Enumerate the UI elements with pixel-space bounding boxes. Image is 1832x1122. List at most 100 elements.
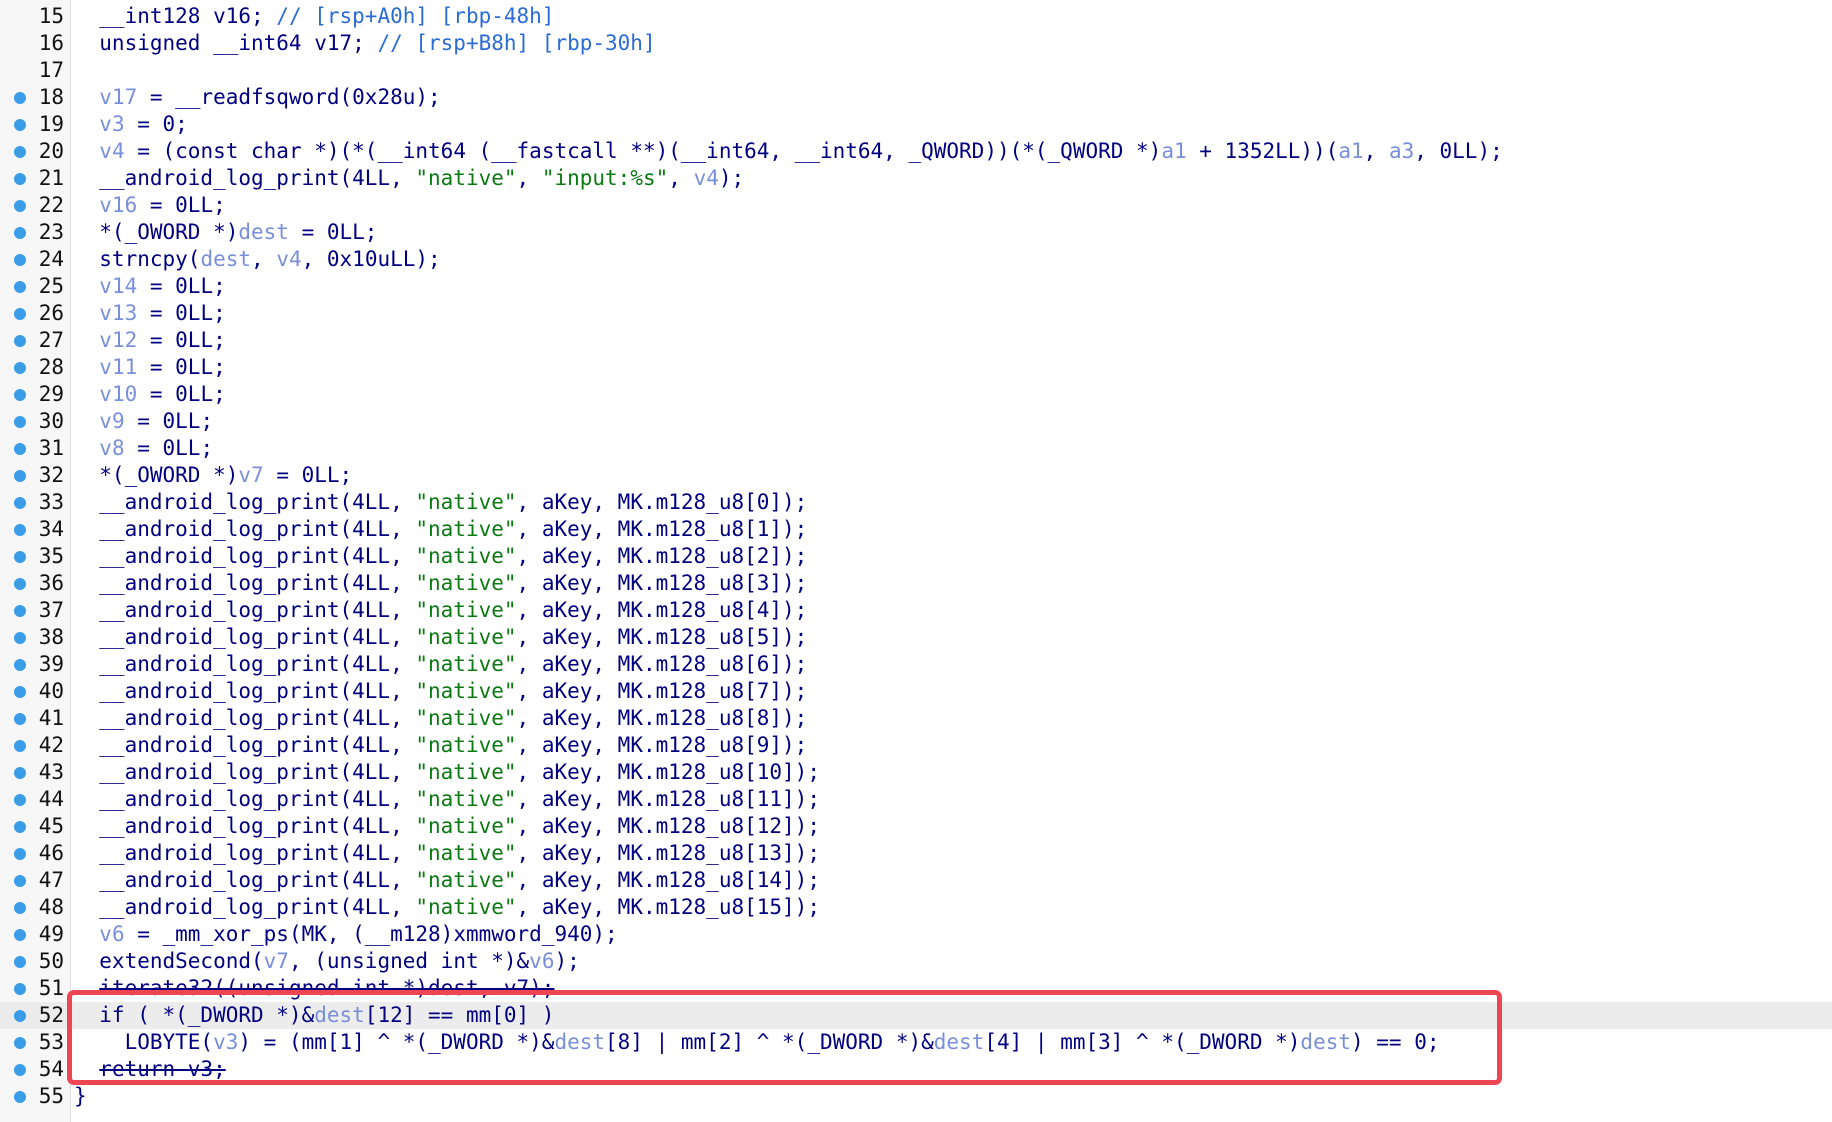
line-gutter-cell[interactable]: 48 — [0, 894, 68, 921]
code-line[interactable]: 15 __int128 v16; // [rsp+A0h] [rbp-48h] — [0, 3, 1832, 30]
code-line[interactable]: 17 — [0, 57, 1832, 84]
breakpoint-dot-icon[interactable] — [14, 956, 26, 968]
code-line[interactable]: 18 v17 = __readfsqword(0x28u); — [0, 84, 1832, 111]
line-gutter-cell[interactable]: 19 — [0, 111, 68, 138]
code-line[interactable]: 49 v6 = _mm_xor_ps(MK, (__m128)xmmword_9… — [0, 921, 1832, 948]
breakpoint-dot-icon[interactable] — [14, 1091, 26, 1103]
line-gutter-cell[interactable]: 15 — [0, 3, 68, 30]
breakpoint-dot-icon[interactable] — [14, 1010, 26, 1022]
code-text[interactable]: __android_log_print(4LL, "native", aKey,… — [74, 894, 820, 921]
line-gutter-cell[interactable]: 21 — [0, 165, 68, 192]
code-line[interactable]: 48 __android_log_print(4LL, "native", aK… — [0, 894, 1832, 921]
code-line[interactable]: 16 unsigned __int64 v17; // [rsp+B8h] [r… — [0, 30, 1832, 57]
code-line[interactable]: 31 v8 = 0LL; — [0, 435, 1832, 462]
code-line[interactable]: 20 v4 = (const char *)(*(__int64 (__fast… — [0, 138, 1832, 165]
breakpoint-dot-icon[interactable] — [14, 821, 26, 833]
line-gutter-cell[interactable]: 54 — [0, 1056, 68, 1083]
line-gutter-cell[interactable]: 35 — [0, 543, 68, 570]
line-gutter-cell[interactable]: 52 — [0, 1002, 68, 1029]
code-line[interactable]: 21 __android_log_print(4LL, "native", "i… — [0, 165, 1832, 192]
breakpoint-dot-icon[interactable] — [14, 875, 26, 887]
code-line[interactable]: 39 __android_log_print(4LL, "native", aK… — [0, 651, 1832, 678]
code-line[interactable]: 29 v10 = 0LL; — [0, 381, 1832, 408]
breakpoint-dot-icon[interactable] — [14, 1037, 26, 1049]
line-gutter-cell[interactable]: 25 — [0, 273, 68, 300]
line-gutter-cell[interactable]: 51 — [0, 975, 68, 1002]
line-gutter-cell[interactable]: 42 — [0, 732, 68, 759]
code-text[interactable]: v14 = 0LL; — [74, 273, 225, 300]
line-gutter-cell[interactable]: 18 — [0, 84, 68, 111]
code-text[interactable]: v16 = 0LL; — [74, 192, 225, 219]
breakpoint-dot-icon[interactable] — [14, 713, 26, 725]
line-gutter-cell[interactable]: 29 — [0, 381, 68, 408]
line-gutter-cell[interactable]: 26 — [0, 300, 68, 327]
breakpoint-dot-icon[interactable] — [14, 362, 26, 374]
code-line[interactable]: 23 *(_OWORD *)dest = 0LL; — [0, 219, 1832, 246]
code-text[interactable]: __android_log_print(4LL, "native", aKey,… — [74, 624, 807, 651]
breakpoint-dot-icon[interactable] — [14, 416, 26, 428]
code-line[interactable]: 22 v16 = 0LL; — [0, 192, 1832, 219]
code-text[interactable]: strncpy(dest, v4, 0x10uLL); — [74, 246, 440, 273]
breakpoint-dot-icon[interactable] — [14, 497, 26, 509]
line-gutter-cell[interactable]: 43 — [0, 759, 68, 786]
code-line[interactable]: 44 __android_log_print(4LL, "native", aK… — [0, 786, 1832, 813]
code-text[interactable]: if ( *(_DWORD *)&dest[12] == mm[0] ) — [74, 1002, 554, 1029]
breakpoint-dot-icon[interactable] — [14, 254, 26, 266]
line-gutter-cell[interactable]: 40 — [0, 678, 68, 705]
line-gutter-cell[interactable]: 32 — [0, 462, 68, 489]
line-gutter-cell[interactable]: 37 — [0, 597, 68, 624]
code-text[interactable]: v17 = __readfsqword(0x28u); — [74, 84, 440, 111]
code-line[interactable]: 42 __android_log_print(4LL, "native", aK… — [0, 732, 1832, 759]
breakpoint-dot-icon[interactable] — [14, 92, 26, 104]
code-text[interactable]: __android_log_print(4LL, "native", aKey,… — [74, 489, 807, 516]
breakpoint-dot-icon[interactable] — [14, 227, 26, 239]
line-gutter-cell[interactable]: 55 — [0, 1083, 68, 1110]
line-gutter-cell[interactable]: 45 — [0, 813, 68, 840]
line-gutter-cell[interactable]: 27 — [0, 327, 68, 354]
code-line[interactable]: 27 v12 = 0LL; — [0, 327, 1832, 354]
code-line[interactable]: 25 v14 = 0LL; — [0, 273, 1832, 300]
code-text[interactable]: v10 = 0LL; — [74, 381, 225, 408]
line-gutter-cell[interactable]: 39 — [0, 651, 68, 678]
line-gutter-cell[interactable]: 49 — [0, 921, 68, 948]
code-line[interactable]: 46 __android_log_print(4LL, "native", aK… — [0, 840, 1832, 867]
line-gutter-cell[interactable]: 24 — [0, 246, 68, 273]
code-line[interactable]: 35 __android_log_print(4LL, "native", aK… — [0, 543, 1832, 570]
code-line[interactable]: 38 __android_log_print(4LL, "native", aK… — [0, 624, 1832, 651]
breakpoint-dot-icon[interactable] — [14, 983, 26, 995]
breakpoint-dot-icon[interactable] — [14, 443, 26, 455]
breakpoint-dot-icon[interactable] — [14, 173, 26, 185]
breakpoint-dot-icon[interactable] — [14, 578, 26, 590]
line-gutter-cell[interactable]: 46 — [0, 840, 68, 867]
code-text[interactable]: *(_OWORD *)dest = 0LL; — [74, 219, 377, 246]
breakpoint-dot-icon[interactable] — [14, 389, 26, 401]
code-text[interactable]: __android_log_print(4LL, "native", "inpu… — [74, 165, 744, 192]
code-text[interactable]: v6 = _mm_xor_ps(MK, (__m128)xmmword_940)… — [74, 921, 617, 948]
breakpoint-dot-icon[interactable] — [14, 902, 26, 914]
code-line[interactable]: 37 __android_log_print(4LL, "native", aK… — [0, 597, 1832, 624]
breakpoint-dot-icon[interactable] — [14, 200, 26, 212]
code-text[interactable]: __android_log_print(4LL, "native", aKey,… — [74, 543, 807, 570]
code-text[interactable]: __android_log_print(4LL, "native", aKey,… — [74, 840, 820, 867]
code-text[interactable]: __android_log_print(4LL, "native", aKey,… — [74, 786, 820, 813]
code-text[interactable]: extendSecond(v7, (unsigned int *)&v6); — [74, 948, 579, 975]
code-text[interactable]: return v3; — [74, 1056, 225, 1083]
breakpoint-dot-icon[interactable] — [14, 848, 26, 860]
breakpoint-dot-icon[interactable] — [14, 632, 26, 644]
code-line[interactable]: 54 return v3; — [0, 1056, 1832, 1083]
code-text[interactable]: __android_log_print(4LL, "native", aKey,… — [74, 597, 807, 624]
breakpoint-dot-icon[interactable] — [14, 794, 26, 806]
breakpoint-dot-icon[interactable] — [14, 146, 26, 158]
code-text[interactable]: v11 = 0LL; — [74, 354, 225, 381]
breakpoint-dot-icon[interactable] — [14, 335, 26, 347]
code-line[interactable]: 53 LOBYTE(v3) = (mm[1] ^ *(_DWORD *)&des… — [0, 1029, 1832, 1056]
line-gutter-cell[interactable]: 53 — [0, 1029, 68, 1056]
code-line[interactable]: 41 __android_log_print(4LL, "native", aK… — [0, 705, 1832, 732]
line-gutter-cell[interactable]: 50 — [0, 948, 68, 975]
code-text[interactable]: __android_log_print(4LL, "native", aKey,… — [74, 705, 807, 732]
breakpoint-dot-icon[interactable] — [14, 1064, 26, 1076]
code-line[interactable]: 36 __android_log_print(4LL, "native", aK… — [0, 570, 1832, 597]
code-text[interactable]: unsigned __int64 v17; // [rsp+B8h] [rbp-… — [74, 30, 655, 57]
line-gutter-cell[interactable]: 47 — [0, 867, 68, 894]
code-line[interactable]: 51 iterate32((unsigned int *)dest, v7); — [0, 975, 1832, 1002]
